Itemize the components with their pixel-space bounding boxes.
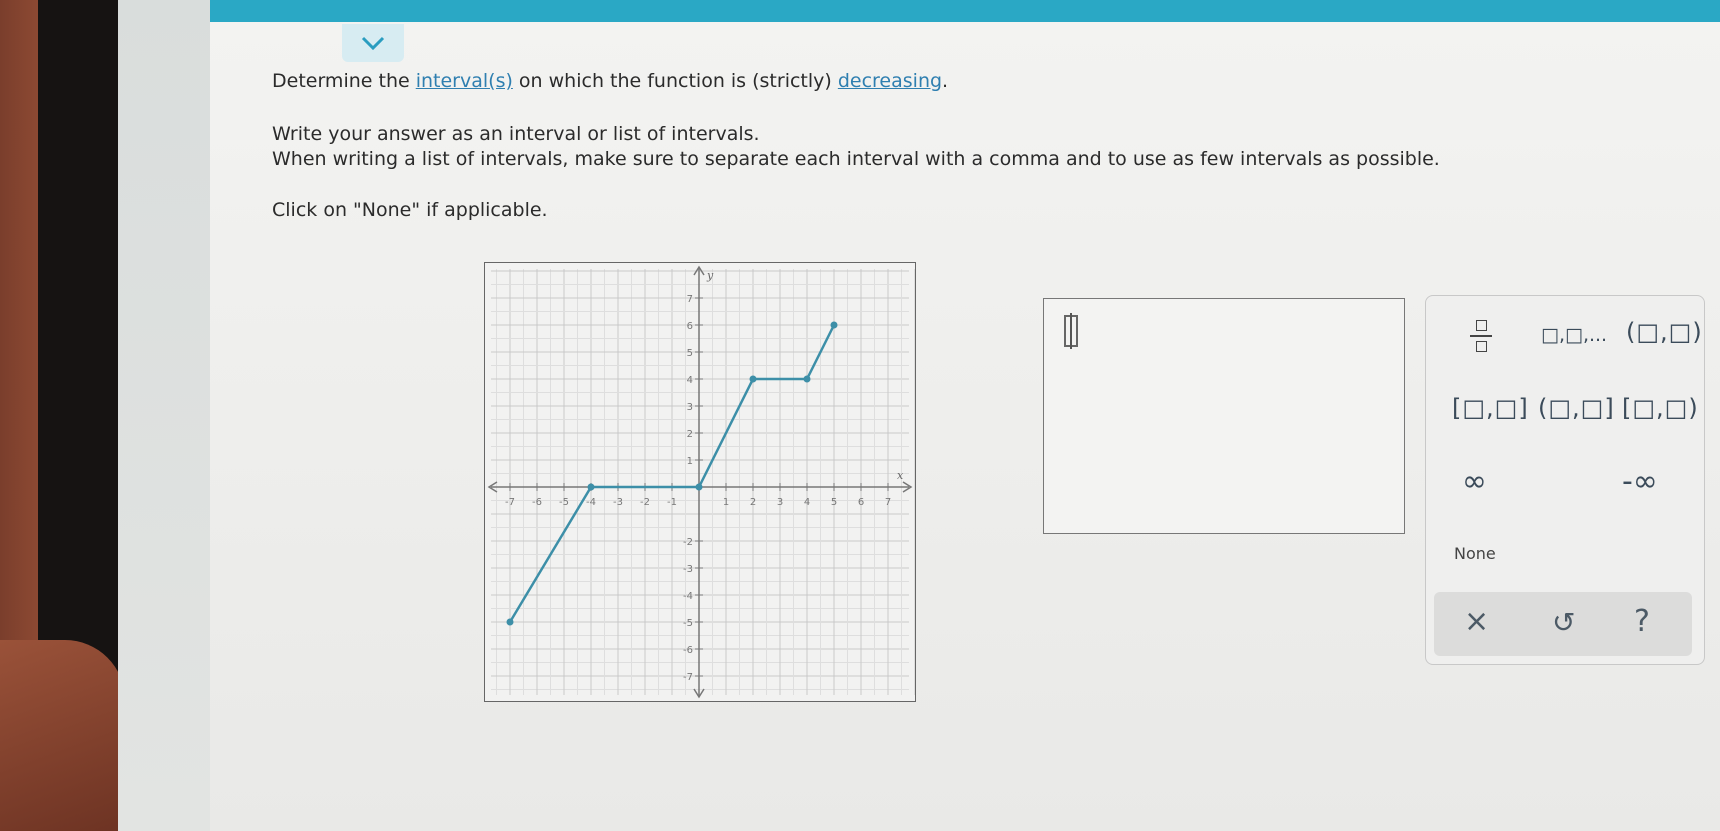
graph-canvas: x y -7 -6 -5 -4 -3 -2 -1 1 2 3 4 5 6 7 7 6 5 4 3 2 1 -2 -3 -4 -5 -6… (487, 265, 915, 699)
x-tick-label: -7 (505, 497, 515, 508)
instruction-line: When writing a list of intervals, make s… (272, 148, 1440, 170)
y-tick-label: -7 (683, 672, 693, 683)
instruction-line: Write your answer as an interval or list… (272, 123, 760, 145)
input-cursor (1064, 313, 1078, 349)
fraction-icon (1475, 320, 1487, 331)
question-line-1: Determine the interval(s) on which the f… (272, 70, 948, 92)
fraction-button[interactable] (1470, 320, 1492, 352)
y-tick-label: 5 (687, 348, 693, 359)
x-tick-label: 6 (858, 497, 864, 508)
function-point (695, 483, 703, 491)
x-tick-label: 2 (750, 497, 756, 508)
none-button[interactable]: None (1454, 544, 1496, 563)
x-tick-label: 4 (804, 497, 810, 508)
open-closed-interval-button[interactable]: (□,□] (1538, 394, 1615, 422)
interval-link[interactable]: interval(s) (416, 70, 513, 92)
function-point (587, 483, 595, 491)
clear-button[interactable]: × (1464, 604, 1489, 639)
y-tick-label: 6 (687, 321, 693, 332)
x-tick-label: -2 (640, 497, 650, 508)
x-tick-label: -4 (586, 497, 596, 508)
function-point (830, 321, 838, 329)
negative-infinity-button[interactable]: -∞ (1622, 464, 1658, 499)
answer-input[interactable] (1043, 298, 1405, 534)
closed-open-interval-button[interactable]: [□,□) (1622, 394, 1699, 422)
list-button[interactable]: □,□,... (1541, 324, 1607, 346)
x-tick-label: 1 (723, 497, 729, 508)
chevron-down-icon (361, 36, 385, 51)
none-instruction: Click on "None" if applicable. (272, 199, 548, 221)
y-axis-label: y (706, 269, 714, 282)
function-point (506, 618, 514, 626)
prompt-text: . (942, 70, 949, 92)
y-tick-label: 7 (687, 294, 693, 305)
closed-closed-interval-button[interactable]: [□,□] (1452, 394, 1529, 422)
open-open-interval-button[interactable]: (□,□) (1626, 318, 1703, 346)
y-tick-label: -5 (683, 618, 693, 629)
function-point (803, 375, 811, 383)
photo-fabric (0, 640, 125, 831)
x-axis-label: x (897, 469, 904, 482)
prompt-text: on which the function is (strictly) (512, 70, 838, 92)
keypad-action-bar: × ↺ ? (1434, 592, 1692, 656)
y-tick-label: 3 (687, 402, 693, 413)
y-tick-label: 4 (687, 375, 693, 386)
x-tick-label: -3 (613, 497, 623, 508)
x-tick-label: -1 (667, 497, 677, 508)
undo-button[interactable]: ↺ (1552, 606, 1575, 639)
x-tick-label: -5 (559, 497, 569, 508)
fraction-bar (1470, 335, 1492, 337)
function-point (749, 375, 757, 383)
decreasing-link[interactable]: decreasing (838, 70, 942, 92)
collapse-toggle-button[interactable] (342, 24, 404, 62)
math-keypad: □,□,... (□,□) [□,□] (□,□] [□,□) ∞ -∞ Non… (1425, 295, 1705, 665)
fraction-denominator (1475, 341, 1487, 352)
infinity-button[interactable]: ∞ (1462, 464, 1487, 499)
x-tick-label: -6 (532, 497, 542, 508)
prompt-text: Determine the (272, 70, 416, 92)
help-button[interactable]: ? (1634, 604, 1650, 639)
y-tick-label: 2 (687, 429, 693, 440)
x-tick-label: 5 (831, 497, 837, 508)
y-tick-label: -6 (683, 645, 693, 656)
x-tick-label: 3 (777, 497, 783, 508)
top-bar (210, 0, 1720, 22)
y-tick-label: 1 (687, 456, 693, 467)
y-tick-label: -4 (683, 591, 693, 602)
y-tick-label: -2 (683, 537, 693, 548)
function-graph: x y -7 -6 -5 -4 -3 -2 -1 1 2 3 4 5 6 7 7 6 5 4 3 2 1 -2 -3 -4 -5 -6… (484, 262, 916, 702)
x-tick-label: 7 (885, 497, 891, 508)
y-tick-label: -3 (683, 564, 693, 575)
